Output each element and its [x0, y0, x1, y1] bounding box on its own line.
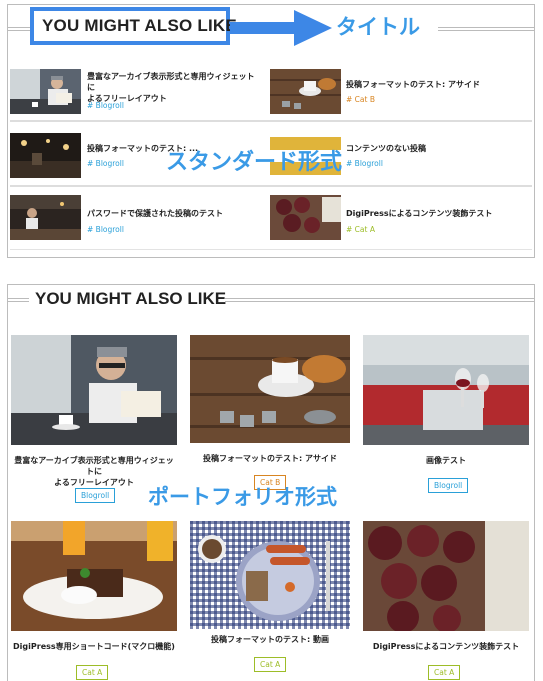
title-rule-right	[225, 298, 535, 302]
thumb-wine-terrace[interactable]	[363, 335, 529, 445]
section-title: YOU MIGHT ALSO LIKE	[35, 289, 227, 308]
row-divider	[10, 249, 270, 250]
thumb-sausage-bread[interactable]	[190, 521, 350, 629]
thumb-muffins[interactable]	[363, 521, 529, 631]
thumb-bar[interactable]	[10, 195, 81, 240]
annotation-portfolio-label: ポートフォリオ形式	[148, 485, 337, 509]
item-title[interactable]: DigiPressによるコンテンツ装飾テスト	[363, 641, 529, 652]
row-divider	[270, 120, 532, 122]
standard-format-panel: YOU MIGHT ALSO LIKE タイトル 豊富なアーカイブ表示形式と専用…	[7, 4, 535, 258]
item-title[interactable]: 投稿フォーマットのテスト: アサイド	[346, 79, 531, 90]
annotation-title-label: タイトル	[336, 15, 420, 39]
row-divider	[270, 249, 532, 250]
category-tag[interactable]: # Blogroll	[346, 159, 383, 168]
row-divider	[10, 120, 270, 122]
title-rule-far-right	[438, 27, 535, 31]
category-tag[interactable]: Cat A	[76, 665, 109, 680]
arrow-right-icon	[230, 10, 332, 46]
category-tag[interactable]: # Cat B	[346, 95, 375, 104]
item-title[interactable]: 投稿フォーマットのテスト: アサイド	[190, 453, 350, 464]
category-tag[interactable]: Blogroll	[75, 488, 116, 503]
section-title-highlight: YOU MIGHT ALSO LIKE	[30, 7, 237, 45]
category-tag[interactable]: # Blogroll	[87, 225, 124, 234]
title-rule-left	[8, 27, 30, 31]
item-title[interactable]: 投稿フォーマットのテスト: 動画	[190, 634, 350, 645]
item-title[interactable]: DigiPress専用ショートコード(マクロ機能)	[11, 641, 177, 652]
row-divider	[270, 185, 532, 187]
thumb-coffee-croissant[interactable]	[270, 69, 341, 114]
category-tag[interactable]: Blogroll	[428, 478, 469, 493]
thumb-muffins[interactable]	[270, 195, 341, 240]
portfolio-format-panel: YOU MIGHT ALSO LIKE 豊富なアーカイブ表示形式と専用ウィジェッ…	[7, 284, 535, 681]
thumb-coffee-croissant[interactable]	[190, 335, 350, 443]
item-title[interactable]: コンテンツのない投稿	[346, 143, 531, 154]
section-title: YOU MIGHT ALSO LIKE	[42, 16, 237, 35]
annotation-standard-label: スタンダード形式	[166, 150, 343, 175]
item-title[interactable]: 画像テスト	[363, 455, 529, 466]
item-title[interactable]: パスワードで保護された投稿のテスト	[87, 208, 267, 219]
item-title[interactable]: 豊富なアーカイブ表示形式と専用ウィジェットに よるフリーレイアウト	[87, 71, 262, 104]
category-tag[interactable]: Cat A	[254, 657, 287, 672]
thumb-man-reading[interactable]	[10, 69, 81, 114]
thumb-cake-juice[interactable]	[11, 521, 177, 631]
row-divider	[10, 185, 270, 187]
category-tag[interactable]: # Cat A	[346, 225, 375, 234]
category-tag[interactable]: Cat A	[428, 665, 461, 680]
title-rule-left	[8, 298, 29, 302]
item-title[interactable]: DigiPressによるコンテンツ装飾テスト	[346, 208, 531, 219]
category-tag[interactable]: # Blogroll	[87, 159, 124, 168]
thumb-night-cafe[interactable]	[10, 133, 81, 178]
category-tag[interactable]: # Blogroll	[87, 101, 124, 110]
thumb-man-reading[interactable]	[11, 335, 177, 445]
